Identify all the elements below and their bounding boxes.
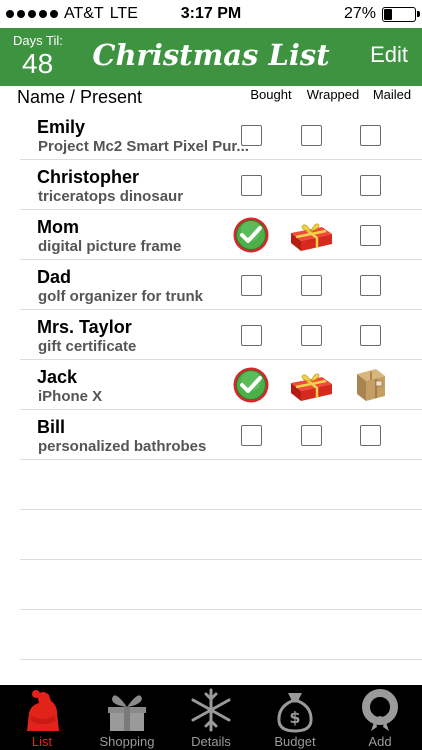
tab-shopping[interactable]: Shopping bbox=[85, 685, 169, 750]
wrapped-checkbox[interactable] bbox=[300, 124, 322, 146]
status-right: 27% bbox=[343, 5, 420, 23]
mailed-toggle[interactable] bbox=[352, 417, 388, 453]
bought-check-icon bbox=[232, 366, 270, 404]
tab-details-label: Details bbox=[191, 734, 231, 749]
wrapped-toggle[interactable] bbox=[293, 317, 329, 353]
tab-budget-label: Budget bbox=[274, 734, 316, 749]
svg-text:$: $ bbox=[289, 708, 300, 727]
bought-toggle[interactable] bbox=[233, 317, 269, 353]
mailed-toggle[interactable] bbox=[352, 117, 388, 153]
bought-toggle[interactable] bbox=[233, 367, 269, 403]
empty-list-row bbox=[20, 610, 422, 660]
mailed-package-icon bbox=[352, 366, 388, 404]
present-description: iPhone X bbox=[38, 388, 103, 405]
bought-toggle[interactable] bbox=[233, 217, 269, 253]
present-description: personalized bathrobes bbox=[38, 438, 207, 455]
column-header-name: Name / Present bbox=[17, 87, 143, 107]
recipient-name: Emily bbox=[37, 117, 86, 137]
wreath-icon bbox=[362, 689, 398, 731]
present-description: digital picture frame bbox=[38, 238, 182, 255]
money-bag-icon: $ bbox=[277, 693, 313, 733]
wrapped-checkbox[interactable] bbox=[300, 174, 322, 196]
bought-checkbox[interactable] bbox=[240, 174, 262, 196]
bought-toggle[interactable] bbox=[233, 267, 269, 303]
list-row[interactable]: Mrs. Taylor gift certificate bbox=[20, 310, 422, 360]
wrapped-toggle[interactable] bbox=[291, 217, 332, 253]
mailed-toggle[interactable] bbox=[352, 167, 388, 203]
tab-list-label: List bbox=[31, 734, 53, 749]
recipient-name: Jack bbox=[37, 367, 78, 387]
empty-list-row bbox=[20, 510, 422, 560]
mailed-toggle[interactable] bbox=[352, 267, 388, 303]
status-bar: AT&T LTE 3:17 PM 27% bbox=[0, 0, 422, 28]
mailed-checkbox[interactable] bbox=[359, 124, 381, 146]
mailed-checkbox[interactable] bbox=[359, 224, 381, 246]
bought-checkbox[interactable] bbox=[240, 424, 262, 446]
bought-check-icon bbox=[232, 216, 270, 254]
wrapped-checkbox[interactable] bbox=[300, 324, 322, 346]
wrapped-toggle[interactable] bbox=[293, 417, 329, 453]
tab-add[interactable]: Add bbox=[338, 685, 422, 750]
tab-list[interactable]: List bbox=[0, 685, 84, 750]
tab-shopping-label: Shopping bbox=[99, 734, 155, 749]
edit-button[interactable]: Edit bbox=[370, 42, 408, 68]
bought-toggle[interactable] bbox=[233, 117, 269, 153]
santa-icon bbox=[27, 690, 59, 731]
wrapped-gift-icon bbox=[288, 217, 334, 253]
battery-percent: 27% bbox=[343, 5, 376, 22]
column-header-bought: Bought bbox=[250, 87, 292, 102]
mailed-checkbox[interactable] bbox=[359, 324, 381, 346]
tab-budget[interactable]: $ Budget bbox=[253, 685, 337, 750]
wrapped-gift-icon bbox=[288, 367, 334, 403]
empty-list-row bbox=[20, 560, 422, 610]
present-description: Project Mc2 Smart Pixel Pur... bbox=[38, 138, 249, 155]
tab-bar: List Shopping Details $ Budget Add bbox=[0, 685, 422, 750]
wrapped-checkbox[interactable] bbox=[300, 274, 322, 296]
list-row[interactable]: Bill personalized bathrobes bbox=[20, 410, 422, 460]
snowflake-icon bbox=[191, 688, 231, 732]
tab-add-label: Add bbox=[368, 734, 392, 749]
wrapped-toggle[interactable] bbox=[291, 367, 332, 403]
bought-checkbox[interactable] bbox=[240, 124, 262, 146]
wrapped-checkbox[interactable] bbox=[300, 424, 322, 446]
mailed-checkbox[interactable] bbox=[359, 424, 381, 446]
battery-icon bbox=[382, 6, 420, 22]
list-row[interactable]: Christopher triceratops dinosaur bbox=[20, 160, 422, 210]
list-row[interactable]: Jack iPhone X bbox=[20, 360, 422, 410]
empty-list-row bbox=[20, 460, 422, 510]
present-description: gift certificate bbox=[38, 338, 137, 355]
present-description: golf organizer for trunk bbox=[38, 288, 203, 305]
recipient-name: Dad bbox=[37, 267, 72, 287]
wrapped-toggle[interactable] bbox=[293, 267, 329, 303]
mailed-toggle[interactable] bbox=[352, 217, 388, 253]
column-header-mailed: Mailed bbox=[372, 87, 412, 102]
recipient-name: Mom bbox=[37, 217, 79, 237]
list-row[interactable]: Dad golf organizer for trunk bbox=[20, 260, 422, 310]
app-header: Days Til: 48 Christmas List Edit bbox=[0, 28, 422, 86]
recipient-name: Christopher bbox=[37, 167, 140, 187]
bought-checkbox[interactable] bbox=[240, 274, 262, 296]
page-title: Christmas List bbox=[92, 38, 330, 72]
bought-toggle[interactable] bbox=[233, 167, 269, 203]
bought-toggle[interactable] bbox=[233, 417, 269, 453]
wrapped-toggle[interactable] bbox=[293, 167, 329, 203]
mailed-checkbox[interactable] bbox=[359, 274, 381, 296]
mailed-toggle[interactable] bbox=[352, 317, 388, 353]
tab-details[interactable]: Details bbox=[169, 685, 253, 750]
list-row[interactable]: Mom digital picture frame bbox=[20, 210, 422, 260]
mailed-toggle[interactable] bbox=[352, 367, 388, 403]
present-description: triceratops dinosaur bbox=[38, 188, 184, 205]
wrapped-toggle[interactable] bbox=[293, 117, 329, 153]
recipient-name: Mrs. Taylor bbox=[37, 317, 132, 337]
mailed-checkbox[interactable] bbox=[359, 174, 381, 196]
bought-checkbox[interactable] bbox=[240, 324, 262, 346]
gift-box-icon bbox=[108, 695, 146, 731]
recipient-name: Bill bbox=[37, 417, 66, 437]
list-row[interactable]: Emily Project Mc2 Smart Pixel Pur... bbox=[20, 110, 422, 160]
